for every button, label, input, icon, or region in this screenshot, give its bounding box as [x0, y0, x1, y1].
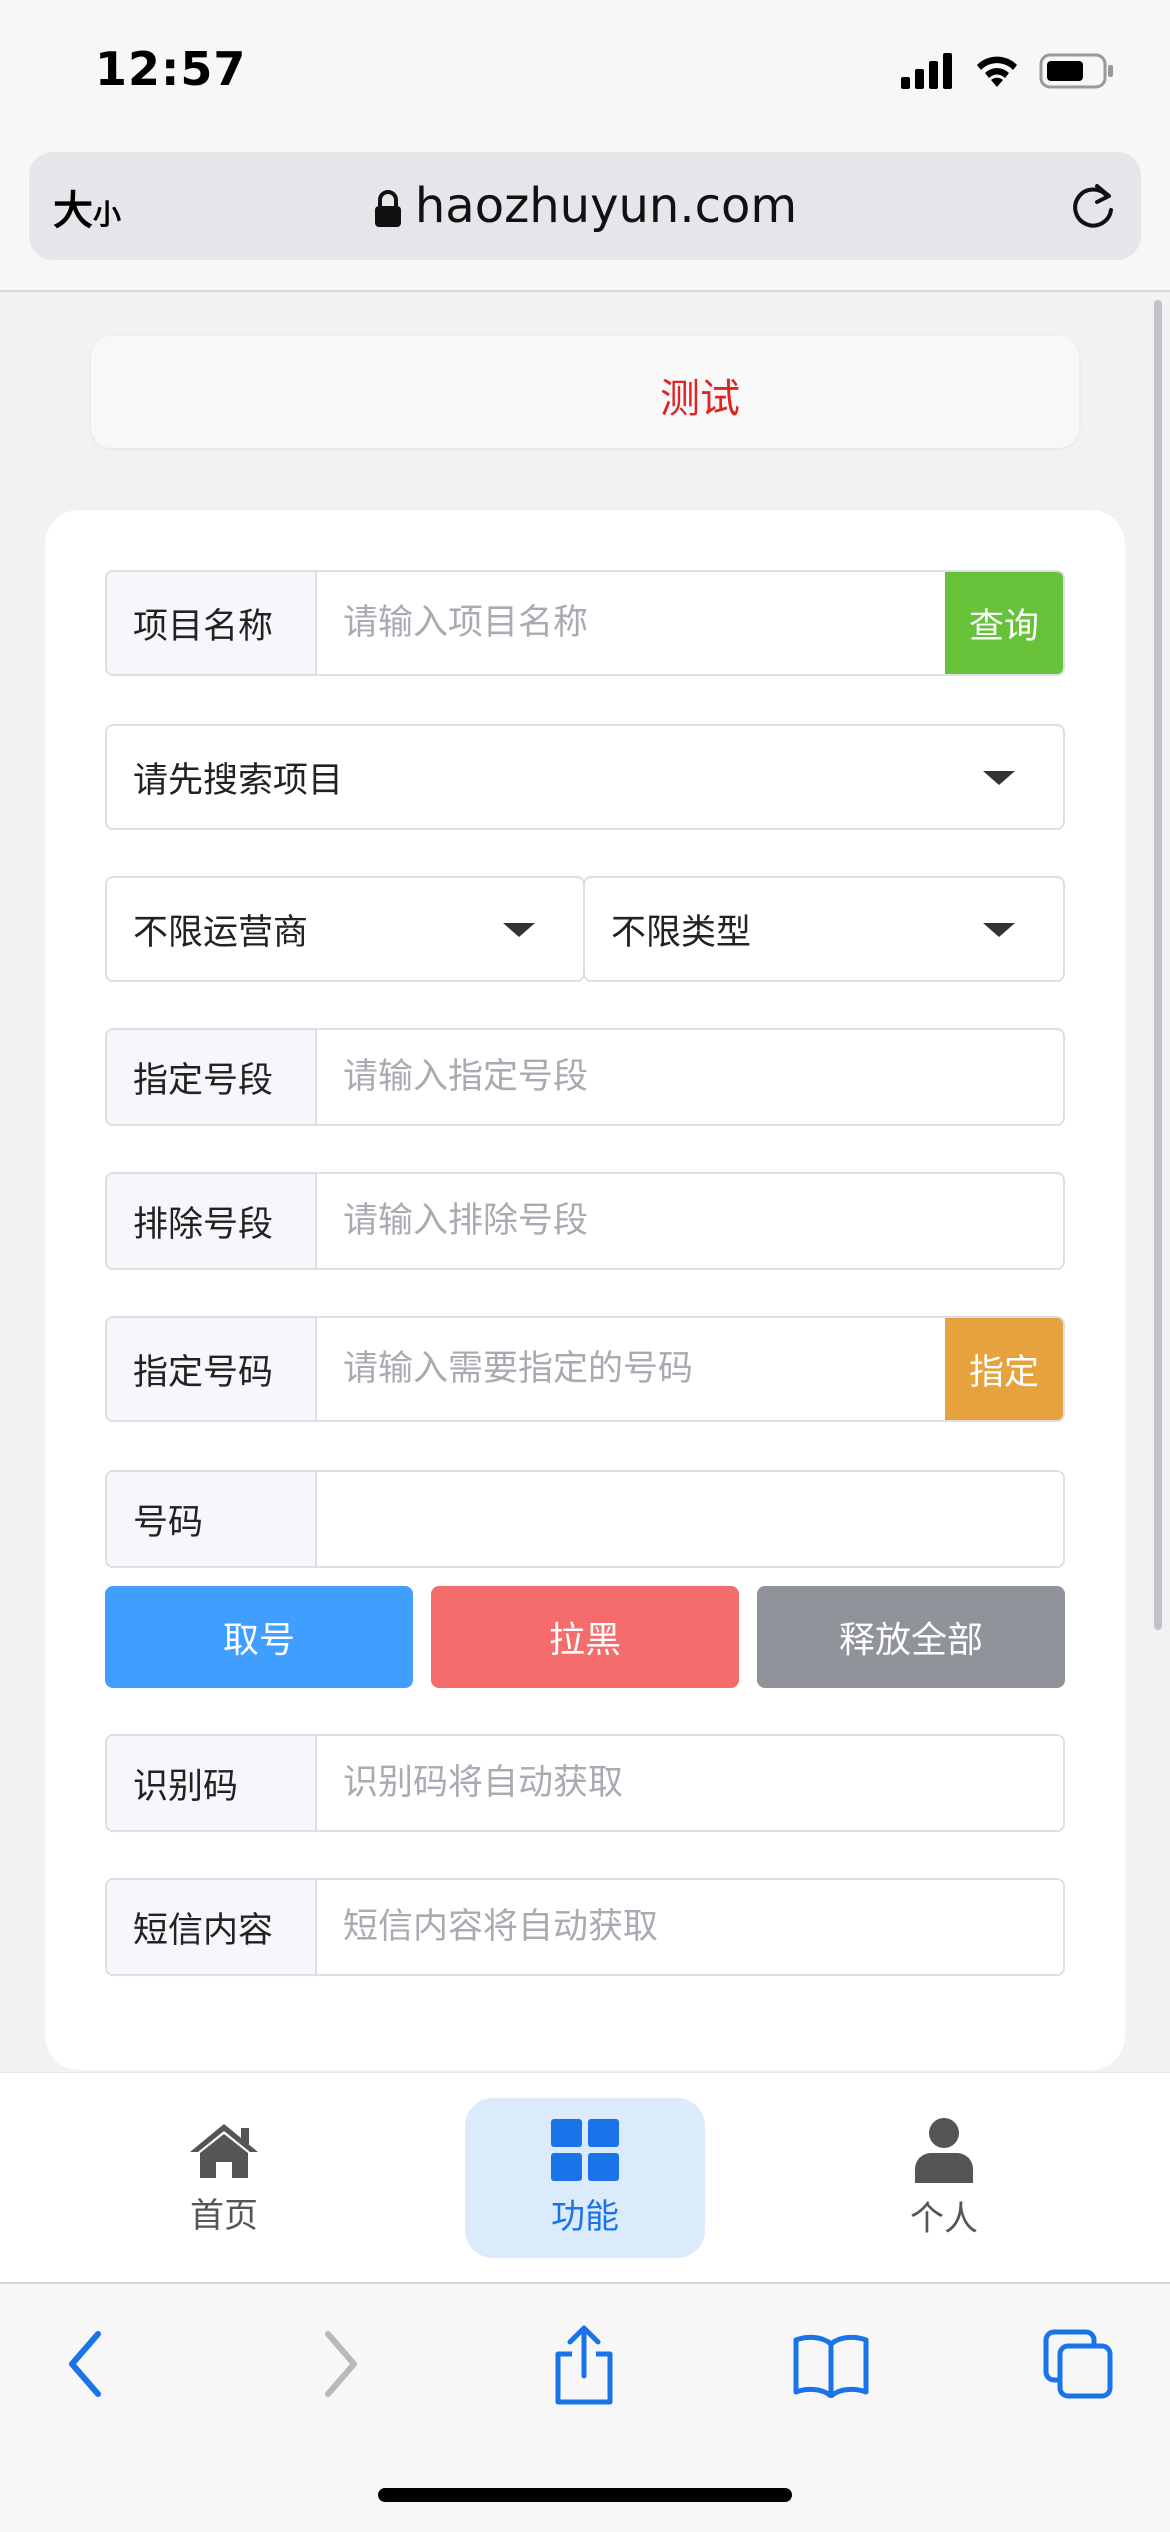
nav-label-profile: 个人 [910, 2198, 978, 2239]
battery-icon [1039, 53, 1113, 89]
type-select[interactable]: 不限类型 [583, 876, 1065, 982]
release-all-button[interactable]: 释放全部 [757, 1586, 1065, 1688]
exclude-segment-row: 排除号段 [105, 1172, 1065, 1270]
chevron-down-icon [983, 771, 1015, 785]
operator-select-value: 不限运营商 [133, 912, 309, 953]
home-indicator [378, 2488, 792, 2502]
specify-button[interactable]: 指定 [945, 1318, 1063, 1420]
specify-segment-row: 指定号段 [105, 1028, 1065, 1126]
sms-label: 短信内容 [107, 1880, 317, 1974]
number-label: 号码 [107, 1472, 317, 1566]
share-icon[interactable] [552, 2324, 616, 2408]
nav-item-home[interactable]: 首页 [104, 2098, 344, 2258]
exclude-segment-input[interactable] [317, 1174, 1063, 1268]
get-number-button[interactable]: 取号 [105, 1586, 413, 1688]
code-label: 识别码 [107, 1736, 317, 1830]
blacklist-button[interactable]: 拉黑 [431, 1586, 739, 1688]
notice-banner: 测试 [91, 336, 1079, 448]
status-icons [901, 52, 1115, 90]
reload-icon[interactable] [1067, 180, 1119, 232]
sms-row: 短信内容 [105, 1878, 1065, 1976]
browser-address-area: 大小 haozhuyun.com [0, 140, 1170, 292]
status-time: 12:57 [95, 42, 247, 96]
specify-segment-label: 指定号段 [107, 1030, 317, 1124]
grid-icon [551, 2118, 619, 2181]
code-row: 识别码 [105, 1734, 1065, 1832]
bookmarks-icon[interactable] [792, 2332, 870, 2398]
project-select-value: 请先搜索项目 [133, 760, 344, 801]
specify-number-row: 指定号码 指定 [105, 1316, 1065, 1422]
wifi-icon [977, 56, 1017, 87]
number-row: 号码 [105, 1470, 1065, 1568]
specify-number-label: 指定号码 [107, 1318, 317, 1420]
specify-number-input[interactable] [317, 1318, 945, 1420]
back-icon[interactable] [62, 2326, 110, 2402]
notice-text: 测试 [660, 376, 740, 422]
specify-segment-input[interactable] [317, 1030, 1063, 1124]
exclude-segment-label: 排除号段 [107, 1174, 317, 1268]
user-icon [915, 2117, 973, 2183]
chevron-down-icon [983, 923, 1015, 937]
status-bar: 12:57 [0, 0, 1170, 140]
lock-icon [374, 190, 401, 227]
app-bottom-nav: 首页 功能 个人 [0, 2072, 1170, 2282]
cellular-signal-icon [901, 53, 952, 89]
chevron-down-icon [503, 923, 535, 937]
nav-label-home: 首页 [190, 2195, 258, 2236]
url-text: haozhuyun.com [414, 178, 798, 234]
url-display[interactable]: haozhuyun.com [29, 178, 1141, 234]
type-select-value: 不限类型 [611, 912, 752, 953]
forward-icon[interactable] [316, 2326, 364, 2402]
query-button[interactable]: 查询 [945, 572, 1063, 674]
code-input[interactable] [317, 1736, 1063, 1830]
scrollbar[interactable] [1154, 300, 1162, 1630]
operator-select[interactable]: 不限运营商 [105, 876, 585, 982]
number-input[interactable] [317, 1472, 1063, 1566]
project-name-input[interactable] [317, 572, 945, 674]
project-select[interactable]: 请先搜索项目 [105, 724, 1065, 830]
project-name-label: 项目名称 [107, 572, 317, 674]
nav-label-features: 功能 [551, 2196, 619, 2237]
form-card: 项目名称 查询 请先搜索项目 不限运营商 不限类型 指定号段 排除号段 指定号码… [45, 510, 1125, 2070]
nav-item-features[interactable]: 功能 [465, 2098, 705, 2258]
project-name-row: 项目名称 查询 [105, 570, 1065, 676]
tabs-icon[interactable] [1042, 2328, 1114, 2400]
home-icon [190, 2123, 258, 2178]
nav-item-profile[interactable]: 个人 [824, 2098, 1064, 2258]
sms-input[interactable] [317, 1880, 1063, 1974]
address-bar[interactable]: 大小 haozhuyun.com [29, 152, 1141, 260]
